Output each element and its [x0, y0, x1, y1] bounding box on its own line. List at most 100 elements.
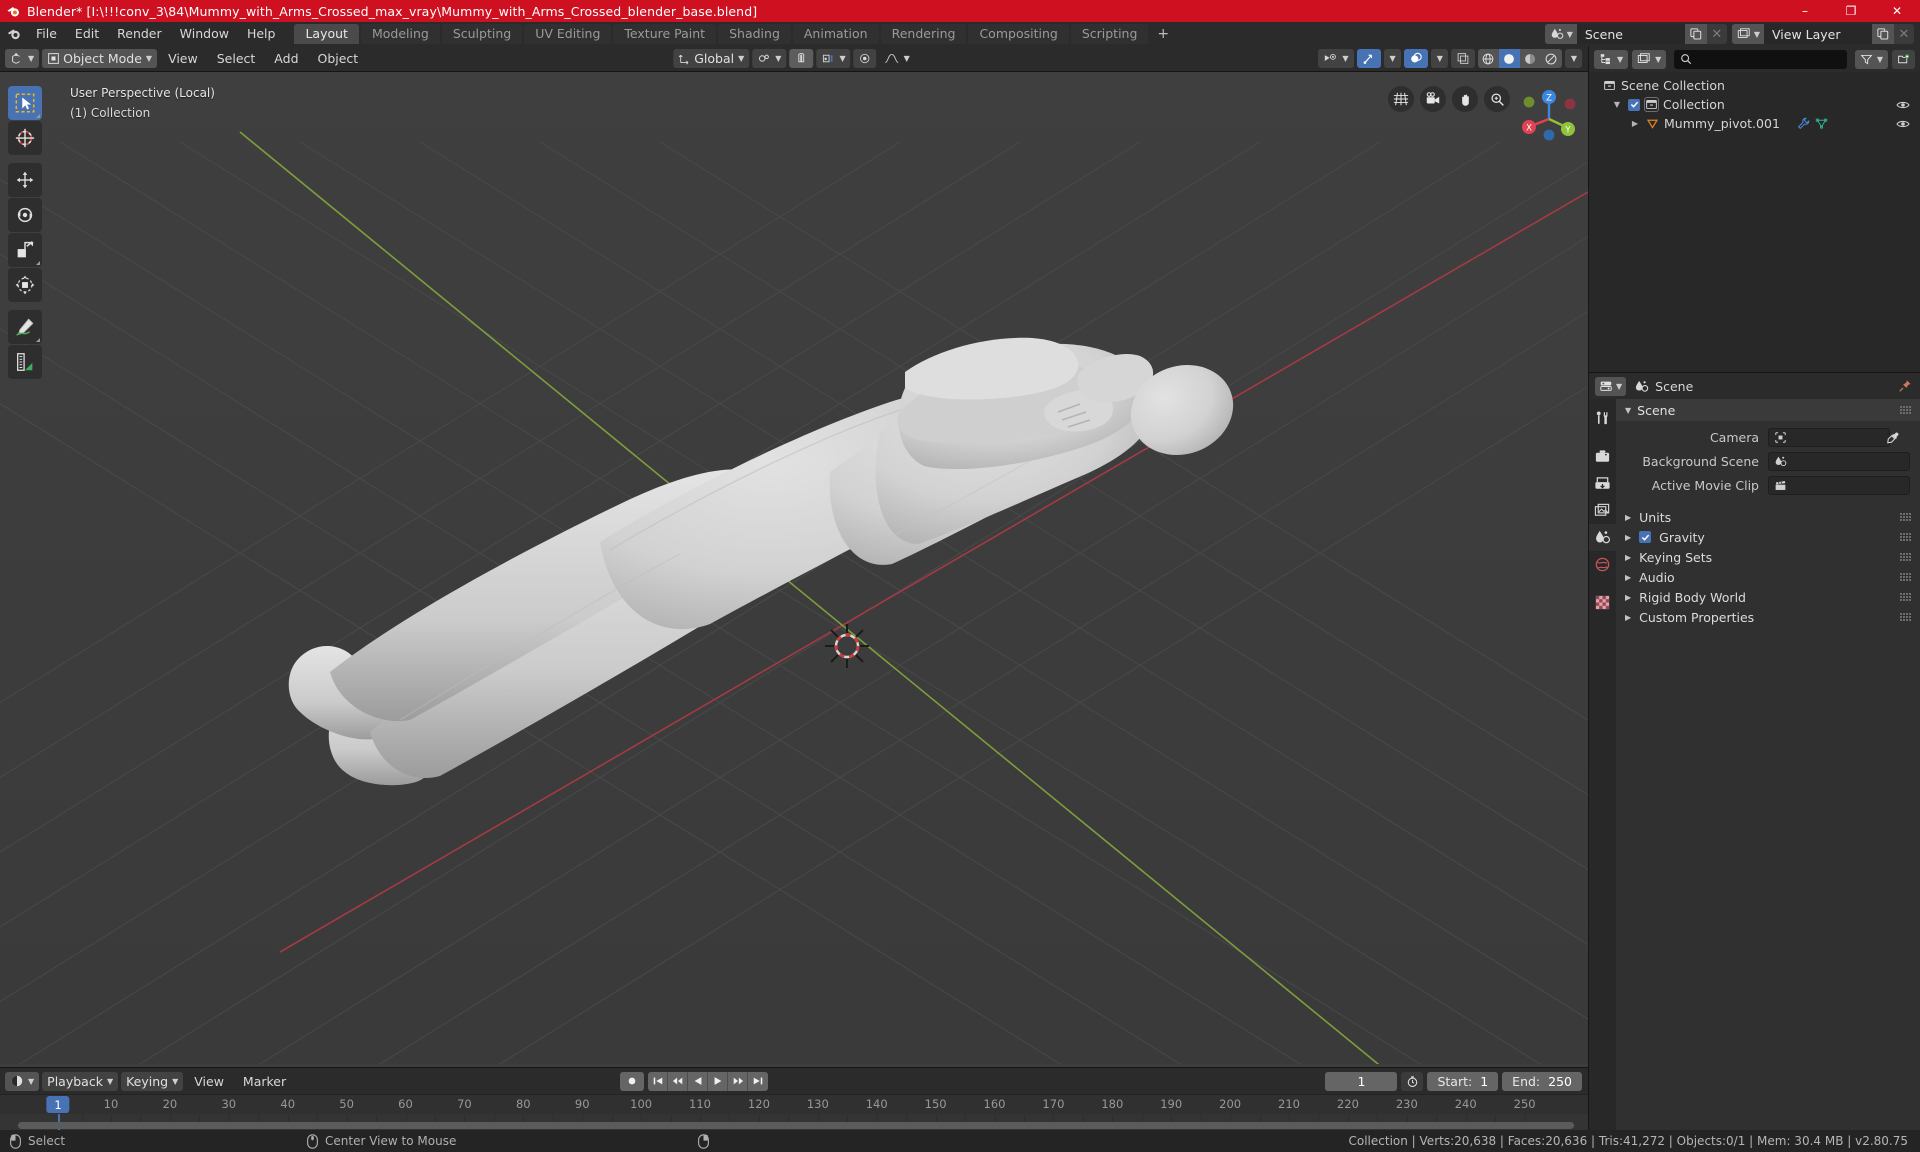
- prev-keyframe-button[interactable]: [668, 1071, 688, 1091]
- playhead-badge[interactable]: 1: [46, 1096, 70, 1113]
- tab-animation[interactable]: Animation: [792, 24, 879, 44]
- outliner-editor-type-selector[interactable]: ▼: [1594, 49, 1629, 69]
- properties-tab-world[interactable]: [1589, 551, 1616, 578]
- minimize-button[interactable]: –: [1782, 0, 1828, 22]
- rotate-tool[interactable]: [8, 198, 42, 232]
- audio-section[interactable]: ▶ Audio: [1616, 567, 1920, 587]
- properties-tab-render[interactable]: [1589, 443, 1616, 470]
- annotate-tool[interactable]: [8, 310, 42, 344]
- snap-target-selector[interactable]: ▼: [752, 49, 787, 68]
- properties-tab-scene[interactable]: [1589, 524, 1616, 551]
- outliner-search-input[interactable]: [1674, 49, 1847, 69]
- menu-edit[interactable]: Edit: [66, 24, 108, 44]
- transform-tool[interactable]: [8, 268, 42, 302]
- viewport-menu-add[interactable]: Add: [266, 49, 306, 68]
- tab-layout[interactable]: Layout: [294, 24, 359, 44]
- properties-tab-view-layer[interactable]: [1589, 497, 1616, 524]
- play-button[interactable]: [708, 1071, 728, 1091]
- cursor-tool[interactable]: [8, 121, 42, 155]
- snap-toggle-button[interactable]: [789, 49, 814, 68]
- viewport-menu-view[interactable]: View: [160, 49, 206, 68]
- rigid-body-world-section[interactable]: ▶ Rigid Body World: [1616, 587, 1920, 607]
- blender-app-menu-icon[interactable]: [4, 24, 24, 44]
- outliner-new-collection-icon[interactable]: [1892, 49, 1915, 69]
- shading-options-selector[interactable]: ▼: [1564, 49, 1582, 68]
- scene-selector[interactable]: ▼ Scene ✕: [1544, 24, 1727, 44]
- camera-field[interactable]: [1768, 428, 1890, 447]
- measure-tool[interactable]: [8, 345, 42, 379]
- timeline-menu-marker[interactable]: Marker: [235, 1072, 294, 1091]
- tab-compositing[interactable]: Compositing: [968, 24, 1069, 44]
- tab-sculpting[interactable]: Sculpting: [441, 24, 523, 44]
- view-layer-name[interactable]: View Layer: [1764, 24, 1872, 44]
- collection-enable-checkbox[interactable]: [1628, 98, 1640, 111]
- move-tool[interactable]: [8, 163, 42, 197]
- shading-solid-button[interactable]: [1498, 49, 1520, 68]
- unlink-scene-icon[interactable]: ✕: [1706, 24, 1727, 44]
- chevron-down-icon[interactable]: ▼: [1611, 100, 1623, 109]
- object-mode-selector[interactable]: Object Mode ▼: [42, 49, 158, 68]
- overlays-options-selector[interactable]: ▼: [1430, 49, 1448, 68]
- tab-uv-editing[interactable]: UV Editing: [524, 24, 612, 44]
- maximize-button[interactable]: ❐: [1828, 0, 1874, 22]
- 3d-viewport[interactable]: User Perspective (Local) (1) Collection: [0, 72, 1588, 1067]
- gizmo-options-selector[interactable]: ▼: [1383, 49, 1401, 68]
- remove-view-layer-icon[interactable]: ✕: [1894, 24, 1914, 44]
- eye-icon[interactable]: [1896, 99, 1910, 111]
- navigation-gizmo[interactable]: Z X Y: [1518, 86, 1580, 148]
- current-frame-field[interactable]: 1: [1325, 1071, 1398, 1091]
- use-preview-range-icon[interactable]: [1401, 1071, 1424, 1091]
- outliner-filter-icon[interactable]: ▼: [1854, 49, 1888, 69]
- units-section[interactable]: ▶ Units: [1616, 507, 1920, 527]
- timeline-editor-type-selector[interactable]: ▼: [5, 1071, 40, 1091]
- scene-panel-header[interactable]: ▼ Scene: [1616, 399, 1920, 421]
- outliner-row-scene-collection[interactable]: Scene Collection: [1589, 76, 1920, 95]
- outliner-tree[interactable]: Scene Collection ▼ Collection ▶ Mummy_pi…: [1589, 72, 1920, 372]
- chevron-right-icon[interactable]: ▶: [1629, 119, 1641, 128]
- menu-window[interactable]: Window: [171, 24, 238, 44]
- scale-tool[interactable]: [8, 233, 42, 267]
- shading-rendered-button[interactable]: [1541, 49, 1562, 68]
- play-reverse-button[interactable]: [688, 1071, 708, 1091]
- proportional-falloff-selector[interactable]: ▼: [880, 49, 915, 68]
- new-view-layer-icon[interactable]: [1872, 24, 1894, 44]
- tab-shading[interactable]: Shading: [718, 24, 791, 44]
- mesh-data-icon[interactable]: [1815, 117, 1828, 130]
- auto-keying-button[interactable]: [620, 1071, 644, 1091]
- transform-orientation-selector[interactable]: Global ▼: [673, 49, 750, 68]
- properties-tab-texture[interactable]: [1589, 589, 1616, 616]
- new-scene-icon[interactable]: [1684, 24, 1707, 44]
- viewport-menu-select[interactable]: Select: [209, 49, 264, 68]
- background-scene-field[interactable]: [1768, 452, 1910, 471]
- proportional-edit-toggle[interactable]: [853, 49, 877, 68]
- timeline-ruler[interactable]: ❯ 10203040506070809010011012013014015016…: [0, 1094, 1588, 1130]
- scene-name[interactable]: Scene: [1576, 24, 1685, 44]
- hand-icon[interactable]: [1452, 86, 1478, 112]
- zoom-icon[interactable]: [1484, 86, 1510, 112]
- shading-wireframe-button[interactable]: [1478, 49, 1499, 68]
- editor-type-selector[interactable]: ▼: [5, 49, 40, 68]
- tab-texture-paint[interactable]: Texture Paint: [613, 24, 717, 44]
- menu-render[interactable]: Render: [108, 24, 171, 44]
- tab-scripting[interactable]: Scripting: [1070, 24, 1149, 44]
- active-movie-clip-field[interactable]: [1768, 476, 1910, 495]
- timeline-scrollbar[interactable]: [0, 1121, 1588, 1130]
- gravity-section[interactable]: ▶ Gravity: [1616, 527, 1920, 547]
- outliner-row-mummy-pivot[interactable]: ▶ Mummy_pivot.001: [1589, 114, 1920, 133]
- show-gizmo-toggle[interactable]: [1356, 49, 1381, 68]
- gravity-checkbox[interactable]: [1639, 531, 1652, 543]
- jump-to-start-button[interactable]: [648, 1071, 668, 1091]
- view-layer-icon[interactable]: ▼: [1731, 24, 1764, 44]
- timeline-menu-keying[interactable]: Keying ▼: [121, 1071, 184, 1091]
- wrench-icon[interactable]: [1797, 117, 1810, 130]
- outliner-display-mode-selector[interactable]: ▼: [1632, 49, 1667, 69]
- xray-toggle[interactable]: [1450, 49, 1475, 68]
- properties-tab-tool[interactable]: [1589, 405, 1616, 432]
- snap-mode-selector[interactable]: ▼: [816, 49, 851, 68]
- menu-help[interactable]: Help: [238, 24, 285, 44]
- start-frame-field[interactable]: Start: 1: [1427, 1071, 1499, 1091]
- show-overlays-toggle[interactable]: [1403, 49, 1428, 68]
- timeline-menu-playback[interactable]: Playback ▼: [42, 1071, 119, 1091]
- menu-file[interactable]: File: [27, 24, 66, 44]
- custom-properties-section[interactable]: ▶ Custom Properties: [1616, 607, 1920, 627]
